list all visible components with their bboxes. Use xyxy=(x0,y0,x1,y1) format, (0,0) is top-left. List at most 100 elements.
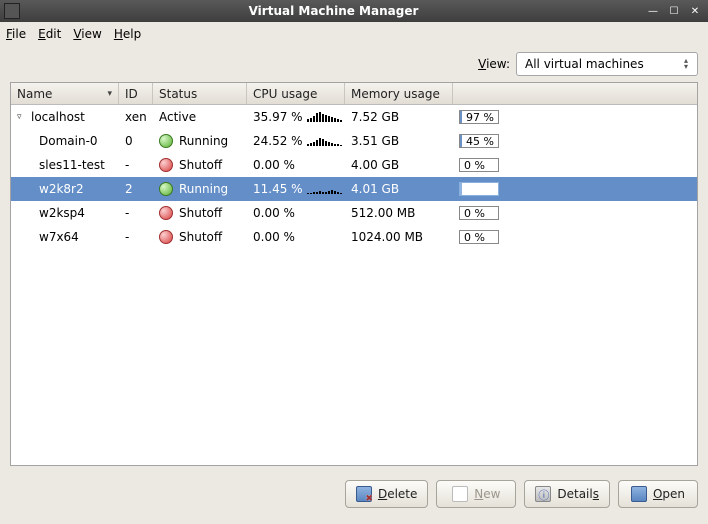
cpu-sparkline xyxy=(307,136,339,146)
memory-bar-label: 45 % xyxy=(462,135,498,148)
cell-name: w7x64 xyxy=(11,230,119,244)
row-name-label: Domain-0 xyxy=(39,134,98,148)
memory-bar: 0 % xyxy=(459,230,499,244)
shutoff-icon xyxy=(159,206,173,220)
new-icon xyxy=(452,486,468,502)
cell-memory: 512.00 MB xyxy=(345,206,453,220)
menubar: File Edit View Help xyxy=(0,22,708,46)
table-body[interactable]: ▿ localhost xenActive35.97 %7.52 GB 97 % Dom… xyxy=(11,105,697,465)
open-icon xyxy=(631,486,647,502)
cell-name: Domain-0 xyxy=(11,134,119,148)
maximize-button[interactable]: ☐ xyxy=(665,4,683,18)
vm-table: Name ▾ ID Status CPU usage Memory usage … xyxy=(10,82,698,466)
row-name-label: localhost xyxy=(31,110,85,124)
memory-bar: 0 % xyxy=(459,158,499,172)
new-button[interactable]: New xyxy=(436,480,516,508)
row-name-label: w2ksp4 xyxy=(39,206,85,220)
view-filter-combo[interactable]: All virtual machines ▴▾ xyxy=(516,52,698,76)
open-button[interactable]: Open xyxy=(618,480,698,508)
titlebar: Virtual Machine Manager — ☐ ✕ xyxy=(0,0,708,22)
cell-id: - xyxy=(119,206,153,220)
cell-memory-bar: 45 % xyxy=(453,133,697,149)
col-id[interactable]: ID xyxy=(119,83,153,104)
memory-bar: 45 % xyxy=(459,134,499,148)
cell-status: Shutoff xyxy=(153,206,247,220)
cell-cpu: 24.52 % xyxy=(247,134,345,148)
cell-name: sles11-test xyxy=(11,158,119,172)
cell-memory-bar: 97 % xyxy=(453,109,697,125)
menu-file[interactable]: File xyxy=(6,27,26,41)
table-row[interactable]: w2k8r2 2Running11.45 %4.01 GB 51 % xyxy=(11,177,697,201)
cell-status: Running xyxy=(153,134,247,148)
cell-memory-bar: 51 % xyxy=(453,181,697,197)
cell-memory: 4.01 GB xyxy=(345,182,453,196)
menu-view[interactable]: View xyxy=(73,27,101,41)
cell-memory-bar: 0 % xyxy=(453,157,697,173)
details-icon xyxy=(535,486,551,502)
cell-cpu: 11.45 % xyxy=(247,182,345,196)
memory-bar-label: 0 % xyxy=(460,207,489,220)
cell-memory-bar: 0 % xyxy=(453,205,697,221)
cell-id: 2 xyxy=(119,182,153,196)
cell-memory: 3.51 GB xyxy=(345,134,453,148)
cell-memory: 1024.00 MB xyxy=(345,230,453,244)
col-cpu[interactable]: CPU usage xyxy=(247,83,345,104)
row-name-label: w7x64 xyxy=(39,230,79,244)
cell-id: - xyxy=(119,158,153,172)
cell-memory-bar: 0 % xyxy=(453,229,697,245)
cell-name: w2ksp4 xyxy=(11,206,119,220)
memory-bar-label: 97 % xyxy=(462,111,498,124)
running-icon xyxy=(159,182,173,196)
cell-status: Active xyxy=(153,110,247,124)
memory-bar-label: 0 % xyxy=(460,231,489,244)
details-button[interactable]: Details xyxy=(524,480,610,508)
menu-help[interactable]: Help xyxy=(114,27,141,41)
running-icon xyxy=(159,134,173,148)
memory-bar: 97 % xyxy=(459,110,499,124)
disclosure-triangle-icon[interactable]: ▿ xyxy=(17,112,27,122)
close-button[interactable]: ✕ xyxy=(686,4,704,18)
cell-cpu: 0.00 % xyxy=(247,230,345,244)
delete-icon xyxy=(356,486,372,502)
table-row[interactable]: w7x64 -Shutoff0.00 %1024.00 MB 0 % xyxy=(11,225,697,249)
cpu-sparkline xyxy=(307,184,339,194)
col-name[interactable]: Name ▾ xyxy=(11,83,119,104)
cell-name: w2k8r2 xyxy=(11,182,119,196)
memory-bar: 0 % xyxy=(459,206,499,220)
cell-cpu: 0.00 % xyxy=(247,158,345,172)
table-header: Name ▾ ID Status CPU usage Memory usage xyxy=(11,83,697,105)
cell-memory: 4.00 GB xyxy=(345,158,453,172)
col-mem-bar[interactable] xyxy=(453,83,697,104)
table-row[interactable]: sles11-test-Shutoff0.00 %4.00 GB 0 % xyxy=(11,153,697,177)
row-name-label: w2k8r2 xyxy=(39,182,84,196)
view-filter-row: View: All virtual machines ▴▾ xyxy=(0,46,708,80)
cpu-sparkline xyxy=(307,112,339,122)
sort-indicator-icon: ▾ xyxy=(107,89,112,99)
shutoff-icon xyxy=(159,230,173,244)
window-title: Virtual Machine Manager xyxy=(26,4,641,18)
cell-id: xen xyxy=(119,110,153,124)
menu-edit[interactable]: Edit xyxy=(38,27,61,41)
view-filter-value: All virtual machines xyxy=(525,57,679,71)
minimize-button[interactable]: — xyxy=(644,4,662,18)
cell-cpu: 35.97 % xyxy=(247,110,345,124)
view-filter-label: View: xyxy=(478,57,510,71)
cell-status: Shutoff xyxy=(153,158,247,172)
col-mem[interactable]: Memory usage xyxy=(345,83,453,104)
row-name-label: sles11-test xyxy=(39,158,105,172)
col-status[interactable]: Status xyxy=(153,83,247,104)
memory-bar-label: 0 % xyxy=(460,159,489,172)
combo-spinner-icon: ▴▾ xyxy=(679,58,693,70)
table-row[interactable]: Domain-0 0Running24.52 %3.51 GB 45 % xyxy=(11,129,697,153)
cell-memory: 7.52 GB xyxy=(345,110,453,124)
cell-id: - xyxy=(119,230,153,244)
cell-status: Shutoff xyxy=(153,230,247,244)
cell-id: 0 xyxy=(119,134,153,148)
table-row[interactable]: w2ksp4-Shutoff0.00 %512.00 MB0 % xyxy=(11,201,697,225)
footer: Delete New Details Open xyxy=(0,472,708,516)
cell-status: Running xyxy=(153,182,247,196)
delete-button[interactable]: Delete xyxy=(345,480,428,508)
table-row[interactable]: ▿ localhost xenActive35.97 %7.52 GB 97 % xyxy=(11,105,697,129)
cell-name: ▿ localhost xyxy=(11,110,119,124)
memory-bar: 51 % xyxy=(459,182,499,196)
